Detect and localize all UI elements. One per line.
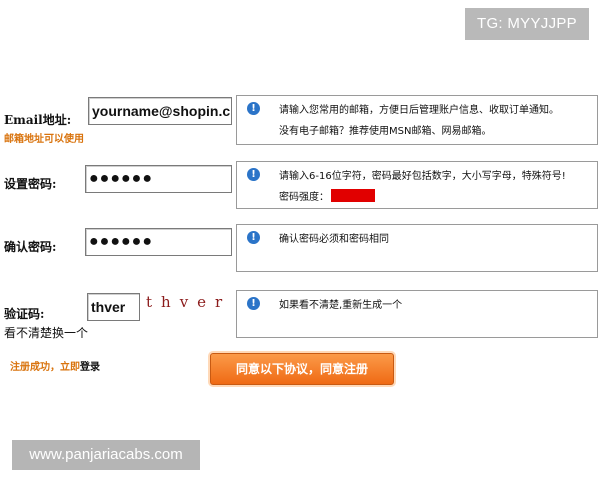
refresh-captcha-link[interactable]: 看不清楚换一个 (4, 324, 88, 341)
captcha-field[interactable]: thver (87, 293, 140, 321)
captcha-image[interactable]: thver (146, 293, 231, 311)
password-label: 设置密码: (4, 177, 57, 191)
confirm-tip-line1: 确认密码必须和密码相同 (279, 234, 389, 245)
agree-register-button[interactable]: 同意以下协议，同意注册 (210, 353, 394, 385)
watermark-top: TG: MYYJJPP (465, 8, 589, 40)
confirm-password-label: 确认密码: (4, 240, 57, 254)
info-icon: ! (247, 297, 260, 310)
email-note: 邮箱地址可以使用 (4, 134, 84, 145)
email-tip-line2: 没有电子邮箱？推荐使用MSN邮箱、网易邮箱。 (279, 126, 492, 137)
watermark-bottom: www.panjariacabs.com (12, 440, 200, 470)
email-field[interactable]: yourname@shopin.cn (88, 97, 232, 125)
confirm-password-field[interactable]: ●●●●●● (85, 228, 232, 256)
password-strength-label: 密码强度： (279, 192, 329, 203)
info-icon: ! (247, 168, 260, 181)
password-tip-line1: 请输入6-16位字符，密码最好包括数字，大小写字母，特殊符号! (279, 171, 566, 182)
email-tip: ! 请输入您常用的邮箱，方便日后管理账户信息、收取订单通知。 没有电子邮箱？推荐… (236, 95, 598, 145)
captcha-tip: ! 如果看不清楚,重新生成一个 (236, 290, 598, 338)
confirm-password-tip: ! 确认密码必须和密码相同 (236, 224, 598, 272)
captcha-label: 验证码: (4, 307, 45, 321)
email-label: Email地址: (4, 113, 72, 127)
info-icon: ! (247, 102, 260, 115)
password-strength-bar (331, 189, 375, 202)
email-tip-line1: 请输入您常用的邮箱，方便日后管理账户信息、收取订单通知。 (279, 105, 559, 116)
password-strength: 密码强度： (279, 187, 593, 208)
password-field[interactable]: ●●●●●● (85, 165, 232, 193)
register-success-text: 注册成功，立即登录 (10, 358, 100, 373)
success-message: 注册成功，立即 (10, 362, 80, 373)
login-link[interactable]: 登录 (80, 362, 100, 373)
password-tip: ! 请输入6-16位字符，密码最好包括数字，大小写字母，特殊符号! 密码强度： (236, 161, 598, 209)
info-icon: ! (247, 231, 260, 244)
captcha-tip-line1: 如果看不清楚,重新生成一个 (279, 300, 403, 311)
